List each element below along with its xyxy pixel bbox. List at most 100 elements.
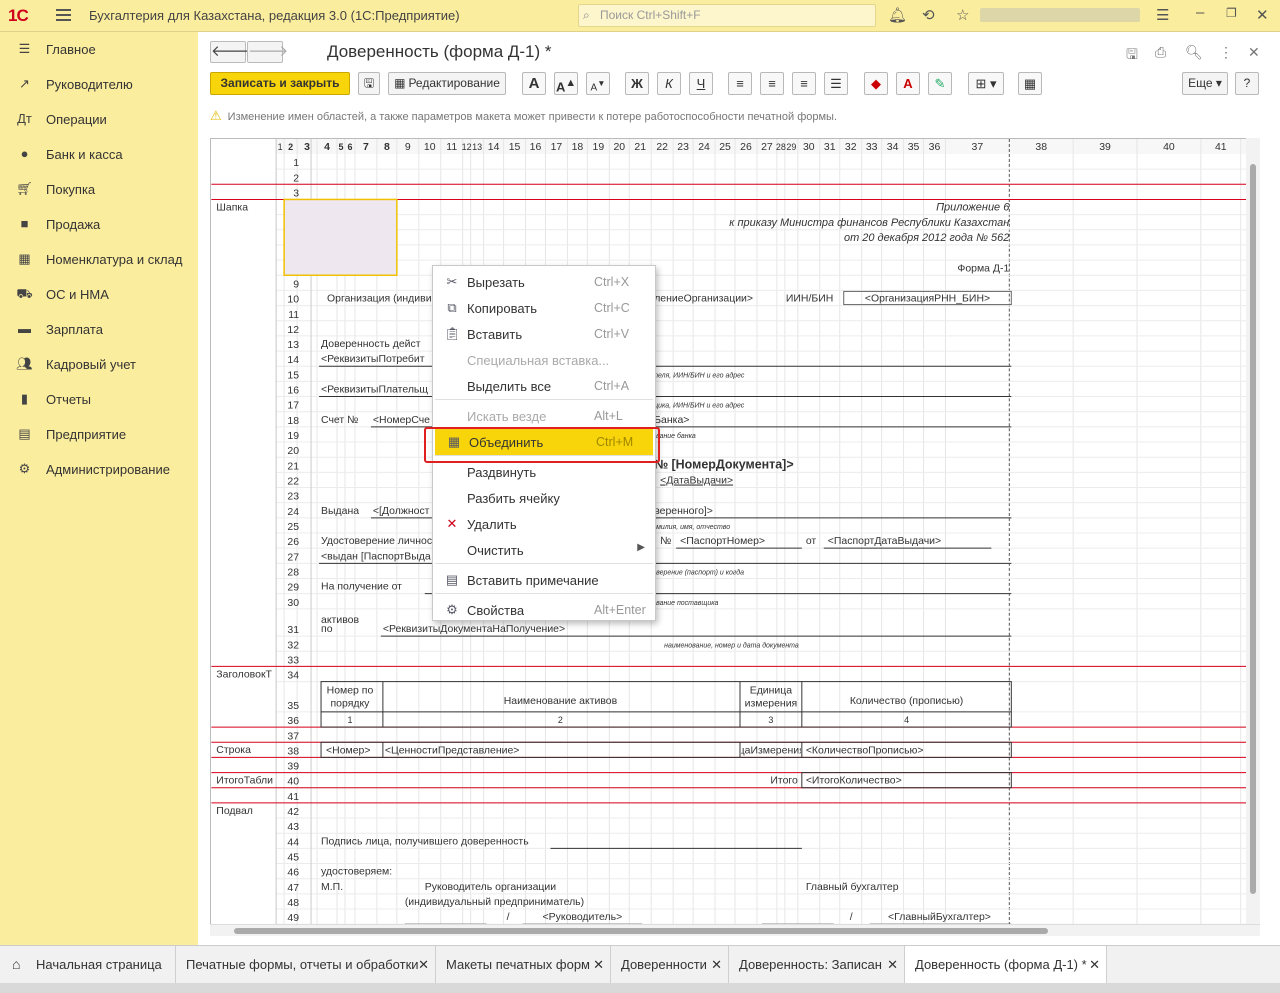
app-title: Бухгалтерия для Казахстана, редакция 3.0…	[89, 8, 460, 23]
sidebar-item-salary[interactable]: ▬ Зарплата	[0, 312, 198, 347]
row-number: 11	[288, 310, 299, 321]
borders-button[interactable]: ⊞ ▾	[968, 72, 1004, 95]
vertical-scrollbar[interactable]	[1246, 138, 1260, 924]
close-tab-icon[interactable]: ✕	[711, 957, 722, 973]
context-menu-item[interactable]: Разбить ячейку	[433, 485, 655, 511]
tab-templates[interactable]: Макеты печатных форм ✕	[436, 946, 611, 984]
bold-button[interactable]: Ж	[625, 72, 649, 95]
menu-item-label: Удалить	[467, 517, 517, 532]
more-button[interactable]: Еще ▾	[1182, 72, 1228, 95]
text-iin-value: <ОрганизацияРНН_БИН>	[865, 294, 990, 305]
text-mp: М.П.	[321, 882, 343, 893]
row-number: 43	[287, 822, 299, 833]
underline-button[interactable]: Ч	[689, 72, 713, 95]
sidebar-item-reports[interactable]: ▮ Отчеты	[0, 382, 198, 417]
close-tab-icon[interactable]: ✕	[593, 957, 604, 973]
context-menu-item[interactable]: 📋︎ Вставить Ctrl+V	[433, 321, 655, 347]
context-menu-item[interactable]: Очистить ▶	[433, 537, 655, 563]
text-color-button[interactable]: A	[896, 72, 920, 95]
tab-power-form[interactable]: Доверенность (форма Д-1) * ✕	[905, 946, 1107, 984]
sidebar-item-hr[interactable]: 👥︎ Кадровый учет	[0, 347, 198, 382]
back-button[interactable]: 🡐	[210, 41, 251, 63]
sidebar-item-assets[interactable]: ⛟ ОС и НМА	[0, 277, 198, 312]
context-menu-item[interactable]: ▤ Вставить примечание	[433, 567, 655, 593]
tab-home[interactable]: ⌂ Начальная страница	[0, 946, 176, 984]
bell-icon[interactable]: 🔔︎	[888, 6, 907, 24]
column-header: 13	[472, 142, 482, 152]
sidebar-item-manager[interactable]: ↗ Руководителю	[0, 67, 198, 102]
sidebar-item-warehouse[interactable]: ▦ Номенклатура и склад	[0, 242, 198, 277]
row-number: 46	[287, 868, 299, 879]
column-header: 30	[803, 142, 815, 153]
sidebar-item-operations[interactable]: Дт Операции	[0, 102, 198, 137]
font-increase-button[interactable]: A▲	[554, 72, 578, 95]
context-menu-item[interactable]: ✂ Вырезать Ctrl+X	[433, 269, 655, 295]
align-right-button[interactable]: ≡	[792, 72, 816, 95]
money-icon: ●	[20, 146, 29, 161]
text-supplier-hint: ование поставщика	[652, 600, 718, 607]
sidebar-item-admin[interactable]: ⚙ Администрирование	[0, 452, 198, 487]
history-icon[interactable]: ⟲	[922, 6, 935, 24]
context-menu-item[interactable]: Выделить все Ctrl+A	[433, 373, 655, 399]
sidebar-item-purchase[interactable]: 🛒︎ Покупка	[0, 172, 198, 207]
align-justify-button[interactable]: ☰	[824, 72, 848, 95]
truck-icon: ⛟	[16, 286, 33, 301]
text-head-value: <Руководитель>	[543, 912, 623, 923]
table-header-no-2: порядку	[331, 699, 371, 710]
context-menu-item[interactable]: ⚙ Свойства Alt+Enter	[433, 597, 655, 623]
table-button[interactable]: ▦	[1018, 72, 1042, 95]
sidebar-item-sales[interactable]: ■ Продажа	[0, 207, 198, 242]
horizontal-scroll-thumb[interactable]	[234, 928, 1048, 934]
search-input[interactable]: ⌕ Поиск Ctrl+Shift+F	[578, 4, 876, 27]
preview-icon[interactable]: 🔍︎	[1185, 44, 1203, 61]
tab-power-saved[interactable]: Доверенность: Записан ✕	[729, 946, 905, 984]
column-header: 16	[530, 142, 542, 153]
sidebar-item-bank[interactable]: ● Банк и касса	[0, 137, 198, 172]
forward-button[interactable]: 🡒	[247, 41, 288, 63]
italic-button[interactable]: К	[657, 72, 681, 95]
column-header: 4	[324, 142, 330, 153]
close-tab-icon[interactable]: ✕	[418, 957, 429, 973]
text-issued: Выдана	[321, 506, 359, 517]
column-header: 40	[1163, 142, 1175, 153]
row-number: 17	[287, 401, 299, 412]
font-color-a-button[interactable]: A	[522, 72, 546, 95]
close-tab-icon[interactable]: ✕	[887, 957, 898, 973]
text-passport-no: <ПаспортНомер>	[680, 536, 765, 547]
star-icon[interactable]: ☆	[956, 6, 969, 24]
row-number: 24	[287, 507, 299, 518]
print-icon[interactable]: ⎙	[1155, 44, 1166, 61]
menu-item-label: Раздвинуть	[467, 465, 537, 480]
text-total-value: <ИтогоКоличество>	[806, 776, 902, 787]
fill-color-button[interactable]: ◆	[864, 72, 888, 95]
row-number: 15	[287, 370, 299, 381]
minimize-icon[interactable]: –	[1196, 4, 1204, 21]
table-num-4: 4	[904, 715, 909, 725]
horizontal-scrollbar[interactable]	[210, 924, 1260, 936]
spreadsheet-grid[interactable]: 1 2 3 4 5 6 7 8 9 10 11 12 13 14 15 16 17 18 19 20 21 22 23 24 2…	[210, 138, 1260, 936]
save-icon[interactable]: 🖫	[1126, 44, 1138, 68]
sidebar-item-main[interactable]: ☰ Главное	[0, 32, 198, 67]
vertical-scroll-thumb[interactable]	[1250, 164, 1256, 894]
settings-menu-icon[interactable]: ☰	[1156, 6, 1169, 24]
tab-powers[interactable]: Доверенности ✕	[611, 946, 729, 984]
sidebar-item-enterprise[interactable]: ▤ Предприятие	[0, 417, 198, 452]
save-close-button[interactable]: Записать и закрыть	[210, 72, 350, 95]
font-decrease-button[interactable]: A▼	[586, 72, 610, 95]
align-left-button[interactable]: ≡	[728, 72, 752, 95]
align-center-button[interactable]: ≡	[760, 72, 784, 95]
close-tab-icon[interactable]: ✕	[1089, 957, 1100, 973]
help-button[interactable]: ?	[1235, 72, 1259, 95]
highlight-button[interactable]: ✎	[928, 72, 952, 95]
save-button[interactable]: 🖫	[358, 72, 380, 95]
context-menu-item[interactable]: ⧉ Копировать Ctrl+C	[433, 295, 655, 321]
more-vert-icon[interactable]: ⋮	[1219, 44, 1233, 61]
close-window-icon[interactable]: ✕	[1256, 6, 1269, 24]
tab-print-forms[interactable]: Печатные формы, отчеты и обработки ✕	[176, 946, 436, 984]
restore-icon[interactable]: ❐	[1226, 6, 1237, 20]
hamburger-menu-icon[interactable]	[56, 9, 71, 21]
context-menu-item[interactable]: ✕ Удалить	[433, 511, 655, 537]
close-form-icon[interactable]: ✕	[1248, 44, 1260, 61]
text-id-doc: Удостоверение личнос	[321, 536, 432, 547]
editing-toggle[interactable]: ▦ Редактирование	[388, 72, 506, 95]
